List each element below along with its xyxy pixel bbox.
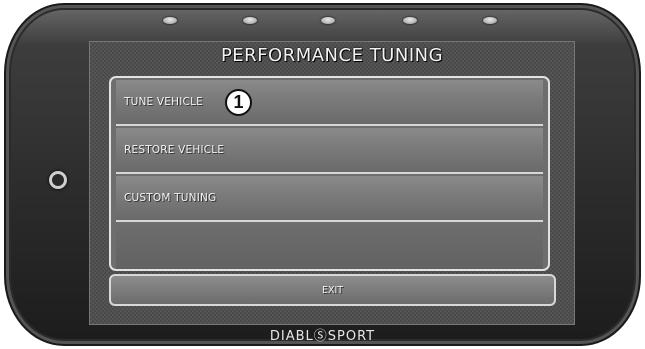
menu-item-custom-tuning[interactable]: CUSTOM TUNING (116, 176, 543, 222)
menu-list: TUNE VEHICLE RESTORE VEHICLE CUSTOM TUNI… (109, 76, 550, 271)
exit-button-label: EXIT (321, 284, 344, 296)
indicator-led-3 (321, 17, 335, 24)
menu-item-label: RESTORE VEHICLE (124, 144, 225, 156)
menu-item-tune-vehicle[interactable]: TUNE VEHICLE (116, 80, 543, 126)
power-ring-icon[interactable] (49, 171, 67, 189)
menu-item-empty (116, 224, 543, 269)
brand-logo: DIABLⓈSPORT (269, 329, 376, 344)
menu-item-label: TUNE VEHICLE (124, 96, 203, 108)
indicator-led-5 (483, 17, 497, 24)
callout-number-badge: 1 (225, 89, 252, 116)
menu-item-restore-vehicle[interactable]: RESTORE VEHICLE (116, 128, 543, 174)
exit-button[interactable]: EXIT (109, 274, 556, 306)
menu-item-label: CUSTOM TUNING (124, 192, 217, 204)
indicator-led-2 (243, 17, 257, 24)
indicator-led-4 (403, 17, 417, 24)
tuner-device: PERFORMANCE TUNING TUNE VEHICLE RESTORE … (4, 3, 641, 346)
page-title: PERFORMANCE TUNING (220, 45, 444, 66)
indicator-led-1 (163, 17, 177, 24)
